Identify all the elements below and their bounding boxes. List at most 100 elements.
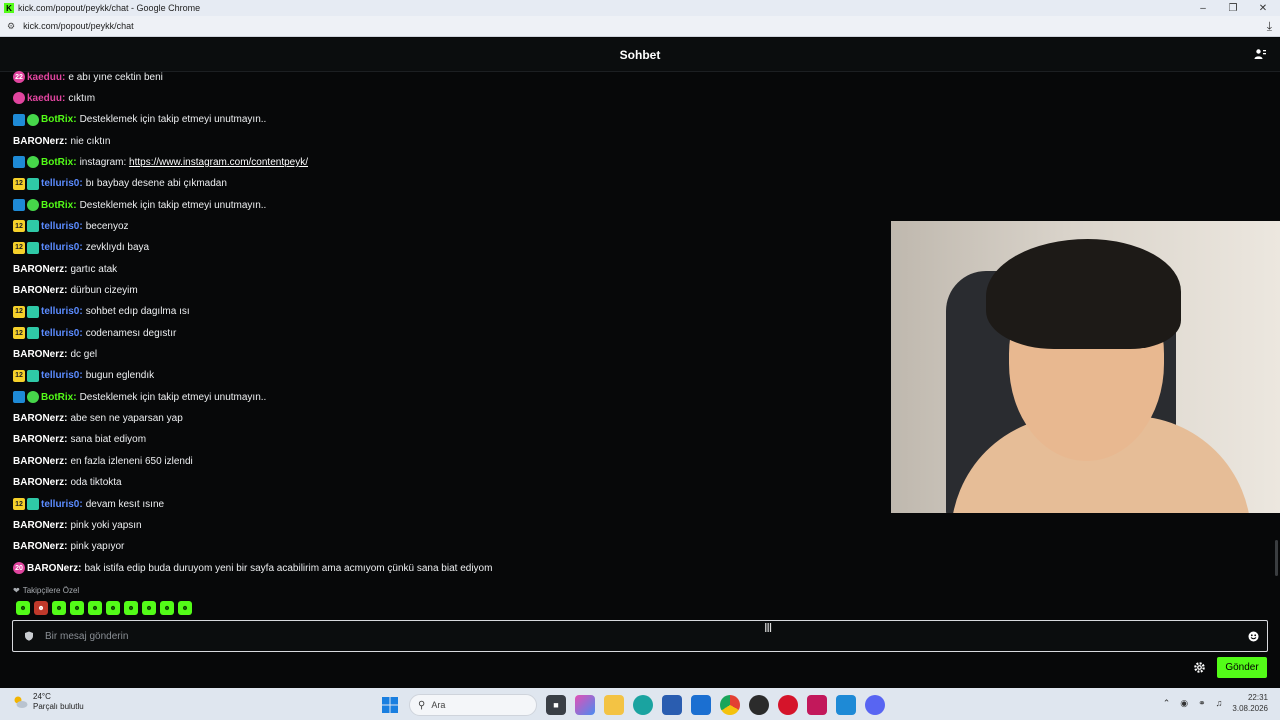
chat-message[interactable]: BARONerz: pink yoki yapsın [13, 517, 142, 533]
chat-username[interactable]: telluris0: [41, 242, 83, 253]
red-app-icon[interactable] [778, 695, 798, 715]
chat-username-text[interactable]: telluris0 [41, 499, 79, 510]
emote-icon[interactable]: ☻ [16, 601, 30, 615]
chat-username-text[interactable]: BotRix [41, 200, 73, 211]
edge-icon[interactable] [633, 695, 653, 715]
site-settings-icon[interactable]: ⚙ [7, 21, 15, 32]
chat-username-text[interactable]: BARONerz [13, 285, 64, 296]
chat-username-text[interactable]: BARONerz [13, 477, 64, 488]
chat-username[interactable]: telluris0: [41, 328, 83, 339]
chat-message[interactable]: BARONerz: pink yapıyor [13, 539, 124, 555]
chat-message[interactable]: BARONerz: oda tiktokta [13, 475, 122, 491]
chat-message-link[interactable]: https://www.instagram.com/contentpeyk/ [129, 157, 308, 168]
chat-username-text[interactable]: BARONerz [13, 349, 64, 360]
chat-username-text[interactable]: BARONerz [13, 434, 64, 445]
chat-username[interactable]: telluris0: [41, 221, 83, 232]
chat-message[interactable]: 12 telluris0: devam kesıt ısıne [13, 496, 164, 512]
chat-username[interactable]: kaeduu: [27, 72, 65, 83]
outlook-icon[interactable] [691, 695, 711, 715]
chat-scrollbar[interactable] [1275, 540, 1278, 576]
chat-message[interactable]: BotRix: Desteklemek için takip etmeyi unu… [13, 197, 266, 213]
chat-username[interactable]: BARONerz: [13, 413, 67, 424]
chat-message[interactable]: BARONerz: sana biat ediyom [13, 432, 146, 448]
volume-icon[interactable]: ♫ [1216, 698, 1223, 708]
chat-username[interactable]: BotRix: [41, 392, 77, 403]
chat-message[interactable]: 12 telluris0: zevklıydı baya [13, 240, 149, 256]
chrome-icon[interactable] [720, 695, 740, 715]
chat-username[interactable]: BARONerz: [13, 541, 67, 552]
task-view-icon[interactable]: ■ [546, 695, 566, 715]
chat-message[interactable]: BARONerz: en fazla izleneni 650 izlendi [13, 453, 193, 469]
minimize-icon[interactable]: – [1188, 0, 1218, 16]
chat-message[interactable]: BARONerz: dc gel [13, 347, 97, 363]
chat-username[interactable]: BARONerz: [13, 434, 67, 445]
chat-message-input[interactable] [45, 630, 1195, 642]
chat-username[interactable]: telluris0: [41, 178, 83, 189]
chat-message[interactable]: BARONerz: nie cıktın [13, 133, 111, 149]
chat-username[interactable]: telluris0: [41, 306, 83, 317]
emote-icon[interactable]: ☻ [88, 601, 102, 615]
chat-username[interactable]: BARONerz: [13, 456, 67, 467]
windows-start-icon[interactable] [380, 695, 400, 715]
chat-message[interactable]: BARONerz: gartıc atak [13, 261, 117, 277]
address-bar[interactable]: ⚙ kick.com/popout/peykk/chat ⤓ [0, 16, 1280, 37]
chat-message[interactable]: BotRix: Desteklemek için takip etmeyi unu… [13, 112, 266, 128]
chat-username-text[interactable]: BotRix [41, 157, 73, 168]
chat-message[interactable]: 22 kaeduu: e abı yıne cektin beni [13, 69, 163, 85]
chat-message[interactable]: 12 telluris0: bı baybay desene abi çıkmada… [13, 176, 227, 192]
chat-username[interactable]: BARONerz: [13, 136, 67, 147]
chat-message[interactable]: 20 BARONerz: bak istifa edip buda duruyom … [13, 560, 492, 576]
chat-message[interactable]: BotRix: Desteklemek için takip etmeyi unu… [13, 389, 266, 405]
chat-message[interactable]: 12 telluris0: codenamesı degıstır [13, 325, 176, 341]
chat-username-text[interactable]: BARONerz [13, 456, 64, 467]
chat-username-text[interactable]: telluris0 [41, 178, 79, 189]
chat-username[interactable]: BARONerz: [13, 520, 67, 531]
taskbar-search[interactable]: ⚲ Ara [409, 694, 537, 716]
chat-username-text[interactable]: BARONerz [13, 264, 64, 275]
chat-message[interactable]: BARONerz: dürbun cizeyim [13, 283, 138, 299]
url-text[interactable]: kick.com/popout/peykk/chat [23, 21, 134, 31]
chat-username-text[interactable]: telluris0 [41, 242, 79, 253]
chevron-up-icon[interactable]: ⌃ [1163, 698, 1171, 709]
restore-icon[interactable]: ❐ [1218, 0, 1248, 16]
chat-username[interactable]: BotRix: [41, 114, 77, 125]
chat-username-text[interactable]: BARONerz [13, 413, 64, 424]
users-icon[interactable] [1254, 48, 1266, 60]
chat-message[interactable]: BARONerz: abe sen ne yaparsan yap [13, 411, 183, 427]
chat-username[interactable]: telluris0: [41, 499, 83, 510]
chat-username-text[interactable]: telluris0 [41, 306, 79, 317]
settings-gear-icon[interactable] [1193, 661, 1206, 674]
chat-message[interactable]: 12 telluris0: bugun eglendık [13, 368, 154, 384]
store-icon[interactable] [662, 695, 682, 715]
stream-video-preview[interactable] [891, 221, 1280, 513]
chat-username-text[interactable]: telluris0 [41, 328, 79, 339]
emote-icon[interactable]: ☻ [124, 601, 138, 615]
chat-username[interactable]: BARONerz: [13, 477, 67, 488]
emote-icon[interactable]: ☻ [178, 601, 192, 615]
chat-username[interactable]: BotRix: [41, 200, 77, 211]
close-icon[interactable]: ✕ [1248, 0, 1278, 16]
send-button[interactable]: Gönder [1217, 657, 1267, 678]
microphone-icon[interactable]: ⚭ [1198, 698, 1206, 709]
chat-message[interactable]: 12 telluris0: becenyoz [13, 218, 129, 234]
chat-username-text[interactable]: BARONerz [13, 520, 64, 531]
chat-input-container[interactable] [12, 620, 1268, 652]
chat-username[interactable]: BARONerz: [13, 349, 67, 360]
chat-username-text[interactable]: telluris0 [41, 370, 79, 381]
pink-app-icon[interactable] [807, 695, 827, 715]
emote-icon[interactable]: ☻ [34, 601, 48, 615]
chat-username[interactable]: BotRix: [41, 157, 77, 168]
file-explorer-icon[interactable] [604, 695, 624, 715]
blue-app-icon[interactable] [836, 695, 856, 715]
chat-message[interactable]: BotRix: instagram: https://www.instagram.… [13, 154, 308, 170]
chat-username-text[interactable]: BARONerz [27, 563, 78, 574]
chat-username-text[interactable]: BotRix [41, 392, 73, 403]
emote-icon[interactable]: ☻ [52, 601, 66, 615]
chat-username-text[interactable]: kaeduu [27, 72, 62, 83]
chat-username-text[interactable]: BotRix [41, 114, 73, 125]
emote-icon[interactable]: ☻ [70, 601, 84, 615]
chat-username-text[interactable]: BARONerz [13, 136, 64, 147]
weather-widget[interactable]: 24°C Parçalı bulutlu [12, 692, 84, 712]
chat-username[interactable]: kaeduu: [27, 93, 65, 104]
discord-icon[interactable] [865, 695, 885, 715]
